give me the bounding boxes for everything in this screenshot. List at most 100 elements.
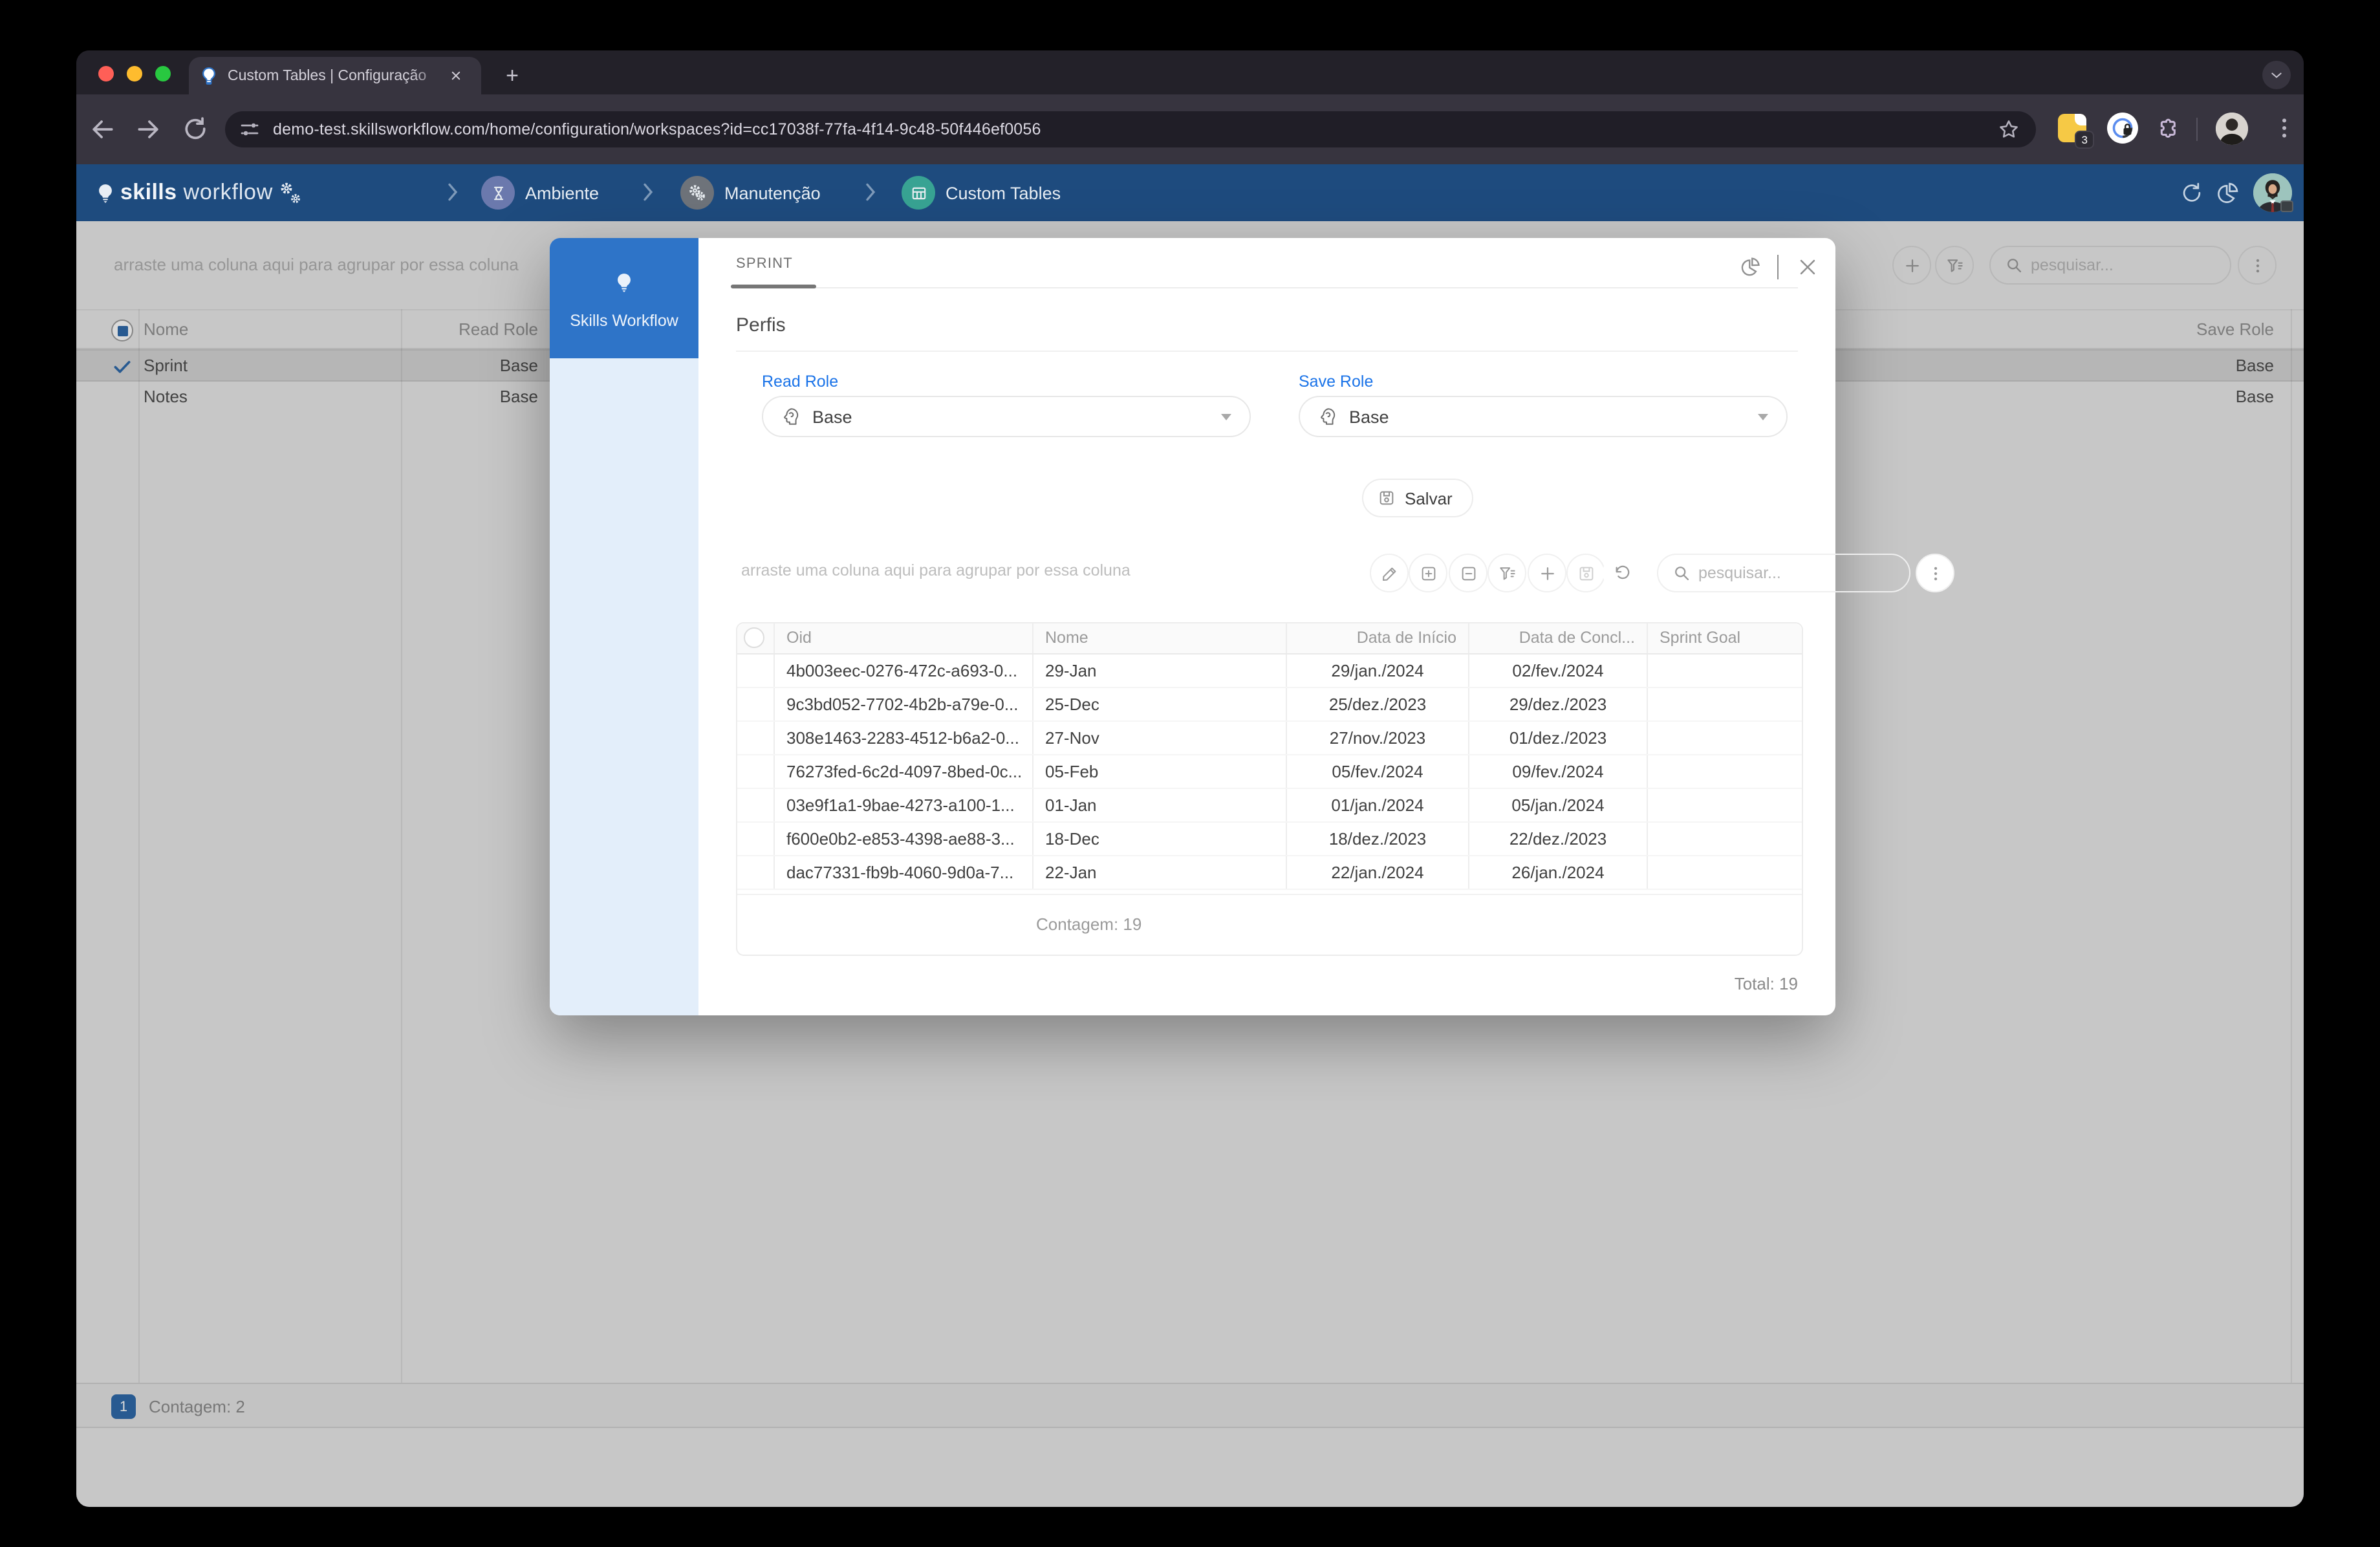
table-row[interactable]: 308e1463-2283-4512-b6a2-0... 27-Nov 27/n… — [737, 722, 1802, 755]
cell-sprint-goal[interactable] — [1647, 823, 1801, 855]
cell-nome[interactable]: 05-Feb — [1032, 755, 1286, 788]
cell-nome[interactable]: 29-Jan — [1032, 654, 1286, 687]
new-tab-button[interactable]: + — [497, 61, 528, 92]
tab-sprint[interactable]: SPRINT — [736, 256, 793, 272]
edit-button[interactable] — [1370, 554, 1409, 592]
table-row[interactable]: dac77331-fb9b-4060-9d0a-7... 22-Jan 22/j… — [737, 856, 1802, 890]
breadcrumb-ambiente[interactable]: Ambiente — [481, 173, 599, 212]
table-row[interactable]: 9c3bd052-7702-4b2b-a79e-0... 25-Dec 25/d… — [737, 688, 1802, 722]
bookmark-star-icon[interactable] — [1997, 118, 2020, 141]
row-checkbox-cell[interactable] — [737, 722, 774, 754]
column-header-sprint-goal[interactable]: Sprint Goal — [1647, 623, 1801, 653]
extension-icon[interactable]: 3 — [2058, 114, 2086, 142]
cell-sprint-goal[interactable] — [1647, 856, 1801, 889]
table-row[interactable]: 03e9f1a1-9bae-4273-a100-1... 01-Jan 01/j… — [737, 789, 1802, 823]
cell-data-conclusao[interactable]: 22/dez./2023 — [1468, 823, 1647, 855]
add-button-plain[interactable] — [1528, 554, 1566, 592]
cell-data-inicio[interactable]: 05/fev./2024 — [1286, 755, 1468, 788]
modal-pie-chart-icon[interactable] — [1740, 256, 1762, 278]
table-row[interactable]: f600e0b2-e853-4398-ae88-3... 18-Dec 18/d… — [737, 823, 1802, 856]
row-checkbox-cell[interactable] — [737, 856, 774, 889]
read-role-dropdown[interactable]: Base — [762, 396, 1251, 437]
cell-data-inicio[interactable]: 27/nov./2023 — [1286, 722, 1468, 754]
cell-nome[interactable]: 22-Jan — [1032, 856, 1286, 889]
filter-rows-button[interactable] — [1488, 554, 1526, 592]
table-row[interactable]: 4b003eec-0276-472c-a693-0... 29-Jan 29/j… — [737, 654, 1802, 688]
window-close-button[interactable] — [98, 66, 114, 81]
row-checkbox-cell[interactable] — [737, 823, 774, 855]
cell-sprint-goal[interactable] — [1647, 755, 1801, 788]
cell-nome[interactable]: 25-Dec — [1032, 688, 1286, 720]
site-settings-icon[interactable] — [238, 118, 261, 141]
cell-data-conclusao[interactable]: 02/fev./2024 — [1468, 654, 1647, 687]
column-header-data-inicio[interactable]: Data de Início — [1286, 623, 1468, 653]
add-row-button[interactable] — [1409, 554, 1447, 592]
cell-sprint-goal[interactable] — [1647, 688, 1801, 720]
cell-sprint-goal[interactable] — [1647, 789, 1801, 821]
row-checkbox-cell[interactable] — [737, 789, 774, 821]
window-minimize-button[interactable] — [127, 66, 142, 81]
save-role-dropdown[interactable]: Base — [1299, 396, 1788, 437]
cell-data-conclusao[interactable]: 29/dez./2023 — [1468, 688, 1647, 720]
extensions-puzzle-icon[interactable] — [2156, 116, 2182, 142]
cell-nome[interactable]: 18-Dec — [1032, 823, 1286, 855]
cell-oid[interactable]: 76273fed-6c2d-4097-8bed-0c... — [774, 755, 1032, 788]
undo-button[interactable] — [1603, 554, 1641, 592]
cell-data-inicio[interactable]: 25/dez./2023 — [1286, 688, 1468, 720]
breadcrumb-custom-tables[interactable]: Custom Tables — [902, 173, 1061, 212]
column-header-data-conclusao[interactable]: Data de Concl... — [1468, 623, 1647, 653]
read-role-value: Base — [812, 407, 852, 426]
cell-data-conclusao[interactable]: 01/dez./2023 — [1468, 722, 1647, 754]
modal-search-box[interactable] — [1657, 554, 1910, 592]
pie-chart-icon[interactable] — [2216, 181, 2240, 206]
logo-gears-icon — [279, 182, 301, 204]
cell-sprint-goal[interactable] — [1647, 722, 1801, 754]
cell-data-conclusao[interactable]: 26/jan./2024 — [1468, 856, 1647, 889]
save-rows-button[interactable] — [1566, 554, 1605, 592]
tab-close-icon[interactable] — [445, 65, 466, 86]
url-bar[interactable]: demo-test.skillsworkflow.com/home/config… — [225, 111, 2036, 147]
cell-data-inicio[interactable]: 18/dez./2023 — [1286, 823, 1468, 855]
browser-tab[interactable]: Custom Tables | Configuração — [189, 57, 481, 94]
breadcrumb-manutencao[interactable]: Manutenção — [680, 173, 821, 212]
reload-icon[interactable] — [181, 115, 210, 144]
column-header-oid[interactable]: Oid — [774, 623, 1032, 653]
breadcrumb-label: Custom Tables — [946, 183, 1061, 202]
cell-oid[interactable]: 9c3bd052-7702-4b2b-a79e-0... — [774, 688, 1032, 720]
table-row[interactable]: 76273fed-6c2d-4097-8bed-0c... 05-Feb 05/… — [737, 755, 1802, 789]
refresh-icon[interactable] — [2180, 181, 2204, 206]
cell-data-inicio[interactable]: 22/jan./2024 — [1286, 856, 1468, 889]
cell-data-inicio[interactable]: 29/jan./2024 — [1286, 654, 1468, 687]
modal-search-input[interactable] — [1698, 564, 1866, 582]
window-zoom-button[interactable] — [155, 66, 171, 81]
cell-data-inicio[interactable]: 01/jan./2024 — [1286, 789, 1468, 821]
select-all-checkbox[interactable] — [744, 627, 764, 648]
save-button[interactable]: Salvar — [1362, 479, 1473, 517]
tab-search-button[interactable] — [2262, 61, 2291, 89]
password-manager-icon[interactable] — [2107, 113, 2138, 144]
remove-row-button[interactable] — [1449, 554, 1488, 592]
back-icon[interactable] — [88, 115, 116, 144]
cell-sprint-goal[interactable] — [1647, 654, 1801, 687]
cell-oid[interactable]: 308e1463-2283-4512-b6a2-0... — [774, 722, 1032, 754]
modal-close-icon[interactable] — [1797, 256, 1819, 278]
column-header-nome[interactable]: Nome — [1032, 623, 1286, 653]
row-checkbox-cell[interactable] — [737, 755, 774, 788]
row-checkbox-cell[interactable] — [737, 688, 774, 720]
app-logo[interactable]: skills workflow — [94, 164, 301, 221]
forward-icon[interactable] — [135, 115, 163, 144]
cell-oid[interactable]: 03e9f1a1-9bae-4273-a100-1... — [774, 789, 1032, 821]
url-text[interactable]: demo-test.skillsworkflow.com/home/config… — [273, 120, 1041, 138]
cell-oid[interactable]: dac77331-fb9b-4060-9d0a-7... — [774, 856, 1032, 889]
row-checkbox-cell[interactable] — [737, 654, 774, 687]
cell-nome[interactable]: 01-Jan — [1032, 789, 1286, 821]
browser-profile-avatar[interactable] — [2216, 113, 2248, 145]
cell-data-conclusao[interactable]: 09/fev./2024 — [1468, 755, 1647, 788]
page-content: arraste uma coluna aqui para agrupar por… — [76, 221, 2304, 1507]
cell-oid[interactable]: f600e0b2-e853-4398-ae88-3... — [774, 823, 1032, 855]
cell-nome[interactable]: 27-Nov — [1032, 722, 1286, 754]
cell-data-conclusao[interactable]: 05/jan./2024 — [1468, 789, 1647, 821]
browser-menu-kebab-icon[interactable] — [2271, 115, 2297, 144]
modal-more-options-kebab-icon[interactable] — [1916, 554, 1954, 592]
cell-oid[interactable]: 4b003eec-0276-472c-a693-0... — [774, 654, 1032, 687]
